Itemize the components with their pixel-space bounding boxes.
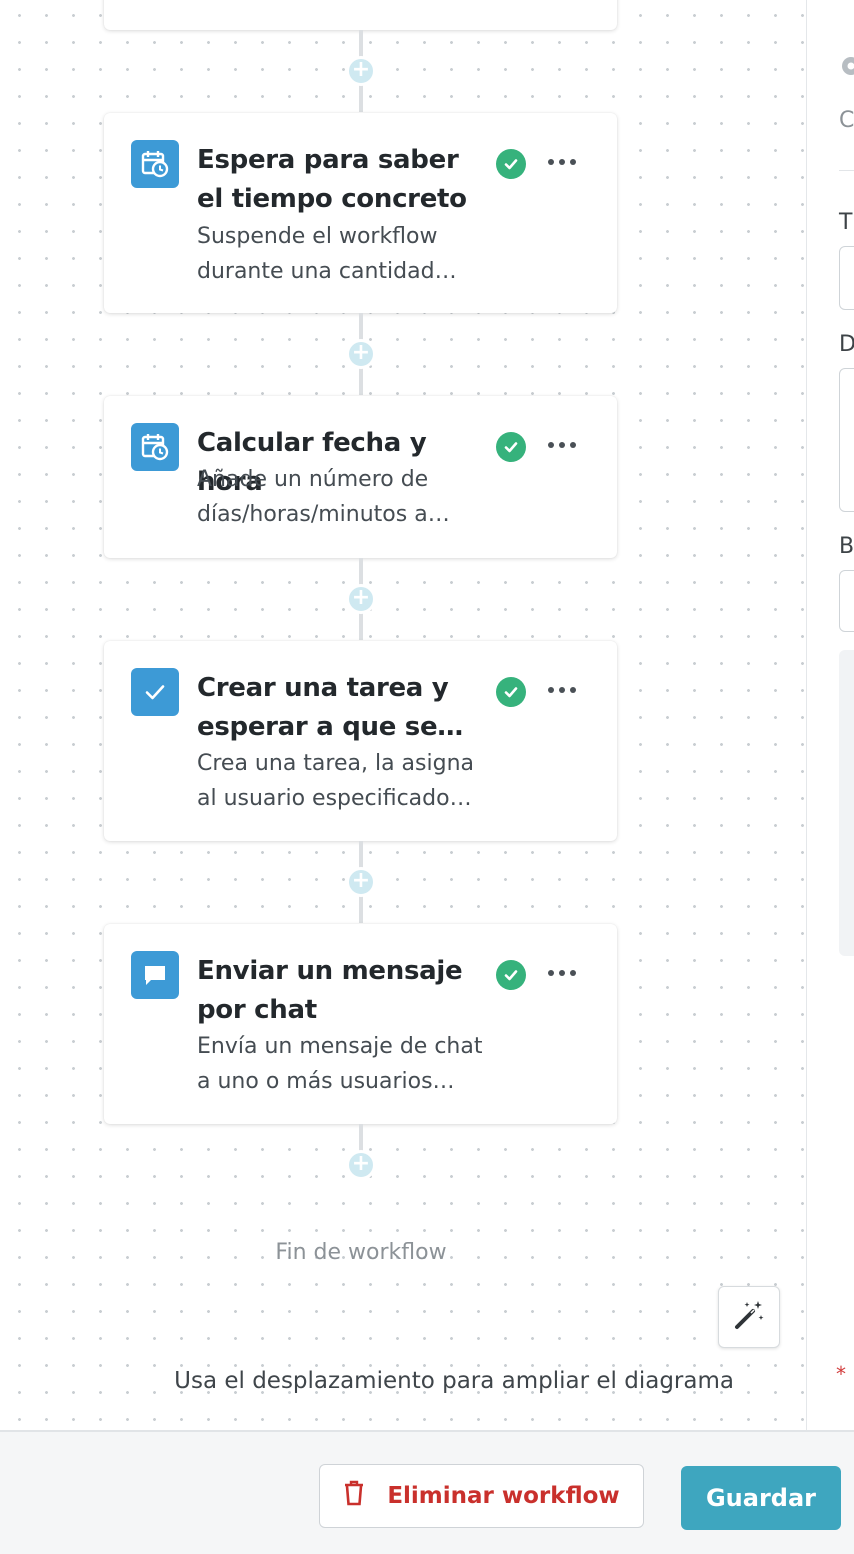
step-description-line: días/horas/minutos a… (197, 502, 450, 527)
step-description-line: a uno o más usuarios… (197, 1069, 455, 1094)
zoom-hint-text: Usa el desplazamiento para ampliar el di… (174, 1368, 734, 1394)
step-description-line: Envía un mensaje de chat (197, 1034, 483, 1059)
panel-divider (839, 170, 854, 171)
step-description-line: Suspende el workflow (197, 224, 438, 249)
check-circle-icon (496, 149, 526, 179)
panel-label: B (839, 534, 854, 559)
step-description: Envía un mensaje de chat a uno o más usu… (197, 1029, 497, 1099)
step-settings-panel: C T D B (806, 0, 854, 1430)
step-title: Crear una tarea y esperar a que se… (197, 673, 464, 742)
step-description-line: durante una cantidad… (197, 259, 457, 284)
workflow-canvas[interactable]: + Espera para saber el tiempo concreto S… (0, 0, 806, 1430)
step-description-line: al usuario especificado… (197, 786, 472, 811)
step-card[interactable]: Espera para saber el tiempo concreto Sus… (104, 113, 617, 313)
more-options-icon[interactable] (540, 430, 584, 460)
step-card-previous[interactable] (104, 0, 617, 30)
step-description: Añade un número de días/horas/minutos a… (197, 462, 497, 532)
delete-workflow-button[interactable]: Eliminar workflow (319, 1464, 644, 1528)
more-options-icon[interactable] (540, 147, 584, 177)
step-card[interactable]: Enviar un mensaje por chat Envía un mens… (104, 924, 617, 1124)
step-description-line: Crea una tarea, la asigna (197, 751, 474, 776)
auto-layout-button[interactable] (718, 1286, 780, 1348)
plus-icon: + (351, 340, 371, 365)
panel-select[interactable] (839, 570, 854, 632)
add-step-button[interactable]: + (346, 867, 376, 897)
more-options-icon[interactable] (540, 675, 584, 705)
add-step-button[interactable]: + (346, 1150, 376, 1180)
panel-label: C (839, 108, 854, 133)
panel-label: D (839, 332, 854, 357)
step-description-line: Añade un número de (197, 467, 429, 492)
step-title: Espera para saber el tiempo concreto (197, 145, 467, 214)
delete-workflow-label: Eliminar workflow (387, 1483, 620, 1509)
step-description: Suspende el workflow durante una cantida… (197, 219, 497, 289)
chat-bubble-icon (131, 951, 179, 999)
trash-icon (343, 1480, 365, 1512)
plus-icon: + (351, 57, 371, 82)
calendar-clock-icon (131, 423, 179, 471)
check-circle-icon (496, 960, 526, 990)
connector-line (359, 1124, 363, 1152)
footer-bar: Eliminar workflow Guardar (0, 1430, 854, 1554)
step-card[interactable]: Calcular fecha y hora Añade un número de… (104, 396, 617, 558)
panel-input[interactable] (839, 246, 854, 310)
check-circle-icon (496, 432, 526, 462)
panel-label: T (839, 210, 853, 235)
checkmark-icon (131, 668, 179, 716)
step-description: Crea una tarea, la asigna al usuario esp… (197, 746, 497, 816)
panel-content-box (839, 650, 854, 956)
required-marker: * (836, 1362, 846, 1386)
magic-wand-icon (731, 1297, 767, 1337)
step-title: Enviar un mensaje por chat (197, 956, 463, 1025)
add-step-button[interactable]: + (346, 56, 376, 86)
workflow-end-label: Fin de workflow (275, 1240, 447, 1265)
step-card[interactable]: Crear una tarea y esperar a que se… Crea… (104, 641, 617, 841)
plus-icon: + (351, 868, 371, 893)
more-options-icon[interactable] (540, 958, 584, 988)
add-step-button[interactable]: + (346, 339, 376, 369)
plus-icon: + (351, 1151, 371, 1176)
calendar-clock-icon (131, 140, 179, 188)
panel-textarea[interactable] (839, 368, 854, 512)
plus-icon: + (351, 585, 371, 610)
gear-icon[interactable] (837, 52, 854, 84)
save-button[interactable]: Guardar (681, 1466, 841, 1530)
add-step-button[interactable]: + (346, 584, 376, 614)
check-circle-icon (496, 677, 526, 707)
